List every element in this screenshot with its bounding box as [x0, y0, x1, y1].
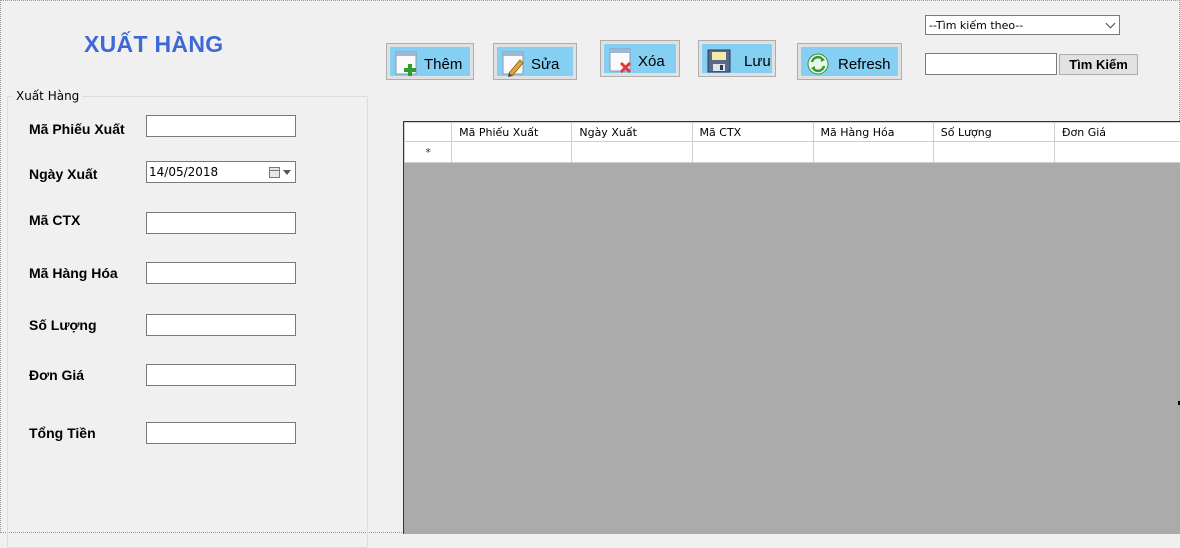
label-don-gia: Đơn Giá: [29, 367, 84, 383]
grid-cell[interactable]: [572, 142, 692, 163]
delete-icon: [608, 47, 634, 75]
luu-button-label: Lưu: [744, 53, 771, 70]
sua-button-label: Sửa: [531, 56, 559, 73]
label-so-luong: Số Lượng: [29, 317, 97, 333]
ma-ctx-input[interactable]: [146, 212, 296, 234]
xoa-button[interactable]: Xóa: [600, 40, 680, 77]
chevron-down-icon: [1106, 19, 1116, 29]
ma-phieu-xuat-input[interactable]: [146, 115, 296, 137]
save-icon: [706, 47, 732, 75]
edit-icon: [501, 50, 527, 78]
ma-hang-hoa-input[interactable]: [146, 262, 296, 284]
grid-cell[interactable]: [452, 142, 572, 163]
search-input[interactable]: [925, 53, 1057, 75]
label-ma-hang-hoa: Mã Hàng Hóa: [29, 265, 118, 281]
search-by-selected: --Tìm kiếm theo--: [929, 19, 1023, 32]
column-header-don-gia[interactable]: Đơn Giá: [1055, 123, 1180, 142]
refresh-icon: [805, 50, 831, 78]
grid-cell[interactable]: [692, 142, 813, 163]
label-ma-phieu-xuat: Mã Phiếu Xuất: [29, 121, 125, 137]
label-ngay-xuat: Ngày Xuất: [29, 166, 97, 182]
column-header-ma-ctx[interactable]: Mã CTX: [692, 123, 813, 142]
tong-tien-input[interactable]: [146, 422, 296, 444]
new-row-marker[interactable]: *: [405, 142, 452, 163]
new-row[interactable]: *: [405, 142, 1180, 163]
dropdown-arrow-icon[interactable]: [283, 170, 291, 175]
search-button[interactable]: Tìm Kiếm: [1059, 54, 1138, 75]
grid-cell[interactable]: [813, 142, 933, 163]
row-header-corner: [405, 123, 452, 142]
sua-button[interactable]: Sửa: [493, 43, 577, 80]
column-header-ngay-xuat[interactable]: Ngày Xuất: [572, 123, 692, 142]
refresh-button-label: Refresh: [838, 56, 891, 73]
grid-cell[interactable]: [933, 142, 1054, 163]
ngay-xuat-value: 14/05/2018: [149, 165, 218, 179]
don-gia-input[interactable]: [146, 364, 296, 386]
them-button-label: Thêm: [424, 56, 462, 73]
so-luong-input[interactable]: [146, 314, 296, 336]
ngay-xuat-datepicker[interactable]: 14/05/2018: [146, 161, 296, 183]
add-icon: [394, 50, 420, 78]
refresh-button[interactable]: Refresh: [797, 43, 902, 80]
column-header-ma-phieu-xuat[interactable]: Mã Phiếu Xuất: [452, 123, 572, 142]
search-by-combobox[interactable]: --Tìm kiếm theo--: [925, 15, 1120, 35]
label-ma-ctx: Mã CTX: [29, 212, 80, 228]
them-button[interactable]: Thêm: [386, 43, 474, 80]
data-grid[interactable]: Mã Phiếu Xuất Ngày Xuất Mã CTX Mã Hàng H…: [403, 121, 1180, 534]
label-tong-tien: Tổng Tiền: [29, 425, 96, 441]
grid-header-row: Mã Phiếu Xuất Ngày Xuất Mã CTX Mã Hàng H…: [405, 123, 1180, 142]
column-header-ma-hang-hoa[interactable]: Mã Hàng Hóa: [813, 123, 933, 142]
column-header-so-luong[interactable]: Số Lượng: [933, 123, 1054, 142]
page-title: XUẤT HÀNG: [84, 31, 223, 58]
grid-table: Mã Phiếu Xuất Ngày Xuất Mã CTX Mã Hàng H…: [404, 122, 1180, 163]
calendar-icon[interactable]: [269, 167, 280, 178]
group-box-legend: Xuất Hàng: [13, 89, 82, 103]
xoa-button-label: Xóa: [638, 53, 665, 70]
luu-button[interactable]: Lưu: [698, 40, 776, 77]
grid-cell[interactable]: [1055, 142, 1180, 163]
